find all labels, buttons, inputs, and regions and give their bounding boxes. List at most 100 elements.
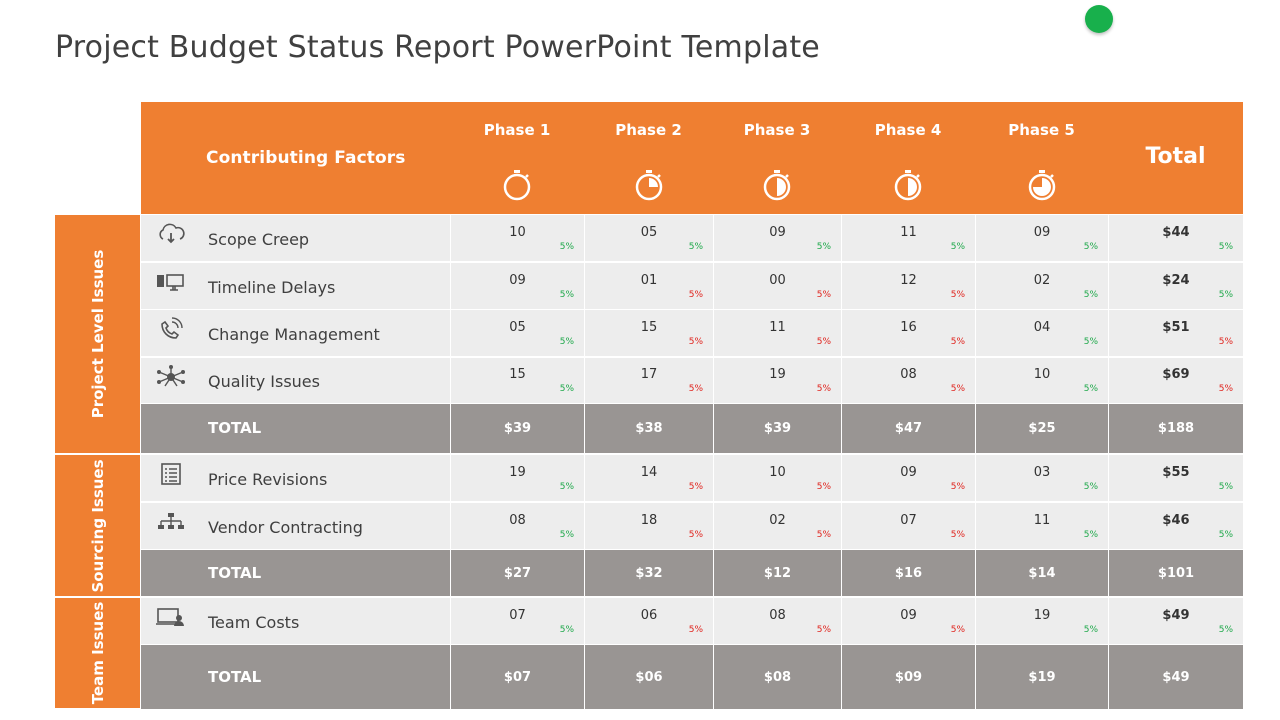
cell-value: 10 (1033, 367, 1051, 382)
phase-cell: 19 5% (975, 598, 1108, 644)
cell-percent: 5% (816, 384, 831, 394)
row-total-percent: 5% (1218, 384, 1233, 394)
phase-cell: 04 5% (975, 310, 1108, 356)
phase-cell: 05 5% (450, 310, 584, 356)
cell-value: 10 (509, 224, 526, 240)
group-label-cell: Sourcing Issues (55, 455, 140, 598)
phase-total-value: $27 (503, 565, 532, 581)
factor-label: Timeline Delays (208, 277, 336, 297)
table-row: Vendor Contracting 08 5% 18 5% 02 5% 07 5% 11 5% $4… (141, 503, 1243, 550)
phone-ringing-icon (155, 316, 187, 343)
row-total-cell: $24 5% (1108, 263, 1243, 309)
cell-value: 15 (640, 319, 658, 335)
phase-total-cell: $27 (450, 550, 584, 596)
grand-total-value: $101 (1157, 565, 1195, 581)
phase-total-value: $07 (503, 669, 532, 685)
phase-total-cell: $07 (450, 645, 584, 709)
cell-percent: 5% (1083, 336, 1098, 347)
phase-total-cell: $16 (841, 550, 975, 596)
cell-value: 06 (640, 607, 658, 623)
cell-value: 17 (640, 367, 658, 382)
network-hub-icon (155, 364, 187, 390)
header-total: Total (1145, 144, 1206, 169)
group-label-cell: Project Level Issues (55, 215, 140, 455)
cell-value: 11 (1033, 512, 1051, 528)
group-label: Project Level Issues (88, 249, 107, 419)
cell-percent: 5% (559, 384, 574, 394)
cloud-download-icon (155, 222, 187, 248)
phase-total-value: $06 (635, 669, 663, 685)
cell-percent: 5% (950, 241, 965, 252)
row-total-value: $24 (1162, 272, 1190, 288)
phase-total-value: $14 (1028, 565, 1056, 581)
factor-label: Price Revisions (208, 469, 328, 489)
row-total-cell: $44 5% (1108, 215, 1243, 261)
laptop-user-icon (155, 605, 187, 631)
cell-percent: 5% (1083, 481, 1098, 492)
cell-percent: 5% (559, 529, 574, 540)
row-total-cell: $55 5% (1108, 455, 1243, 501)
table-row: Timeline Delays 09 5% 01 5% 00 5% 12 5% 02 5% $24 5% (141, 263, 1243, 310)
phase-cell: 07 5% (841, 503, 975, 549)
grand-total-cell: $188 (1108, 404, 1243, 453)
row-total-value: $51 (1162, 319, 1190, 335)
table-row: Change Management 05 5% 15 5% 11 5% 16 5% 04 5% $51… (141, 310, 1243, 357)
header-phase-1: Phase 1 (483, 121, 551, 139)
cell-percent: 5% (950, 481, 965, 492)
phase-total-cell: $47 (841, 404, 975, 453)
phase-cell: 02 5% (713, 503, 841, 549)
cell-percent: 5% (688, 336, 703, 347)
phase-total-cell: $19 (975, 645, 1108, 709)
cell-percent: 5% (1083, 529, 1098, 540)
phase-total-cell: $08 (713, 645, 841, 709)
cell-percent: 5% (950, 336, 965, 347)
row-total-value: $55 (1162, 464, 1190, 480)
cell-value: 05 (640, 224, 658, 240)
total-label: TOTAL (208, 419, 262, 437)
phase-total-value: $47 (894, 421, 923, 436)
cell-percent: 5% (559, 336, 574, 347)
cell-percent: 5% (559, 241, 574, 252)
cell-value: 14 (640, 464, 658, 480)
group-label: Team Issues (88, 601, 107, 705)
total-row: TOTAL $07 $06 $08 $09 $19 $49 (141, 645, 1243, 710)
table-row: Team Costs 07 5% 06 5% 08 5% 09 5% 19 5% $49 5% (141, 598, 1243, 645)
cell-percent: 5% (688, 241, 703, 252)
header-phase-2: Phase 2 (615, 121, 682, 139)
phase-total-cell: $14 (975, 550, 1108, 596)
cell-value: 18 (640, 512, 658, 528)
cell-value: 01 (640, 272, 658, 288)
total-label: TOTAL (208, 667, 262, 686)
stopwatch-half-left-icon (890, 167, 926, 203)
total-row: TOTAL $27 $32 $12 $16 $14 $101 (141, 550, 1243, 597)
grand-total-cell: $49 (1108, 645, 1243, 709)
cell-value: 09 (900, 464, 917, 480)
row-total-value: $69 (1162, 367, 1190, 382)
phase-total-value: $08 (763, 669, 792, 685)
cell-percent: 5% (688, 624, 703, 635)
phase-cell: 05 5% (584, 215, 713, 261)
phase-total-value: $19 (1028, 669, 1056, 685)
phase-cell: 08 5% (450, 503, 584, 549)
cell-percent: 5% (950, 384, 965, 394)
phase-cell: 12 5% (841, 263, 975, 309)
stopwatch-quarter-icon (631, 167, 667, 203)
phase-total-value: $12 (763, 565, 792, 581)
cell-percent: 5% (816, 241, 831, 252)
phase-cell: 10 5% (975, 358, 1108, 403)
stopwatch-three-quarter-icon (1024, 167, 1060, 203)
row-total-cell: $51 5% (1108, 310, 1243, 356)
cell-value: 09 (509, 272, 526, 288)
cell-percent: 5% (816, 481, 831, 492)
factor-label: Scope Creep (208, 229, 310, 249)
phase-cell: 11 5% (975, 503, 1108, 549)
cell-value: 02 (1033, 272, 1051, 288)
row-total-percent: 5% (1218, 289, 1233, 300)
phase-total-value: $39 (763, 421, 792, 436)
cell-percent: 5% (950, 624, 965, 635)
cell-percent: 5% (559, 289, 574, 300)
phase-cell: 10 5% (450, 215, 584, 261)
cell-value: 09 (769, 224, 786, 240)
phase-cell: 14 5% (584, 455, 713, 501)
cell-value: 16 (900, 319, 917, 335)
